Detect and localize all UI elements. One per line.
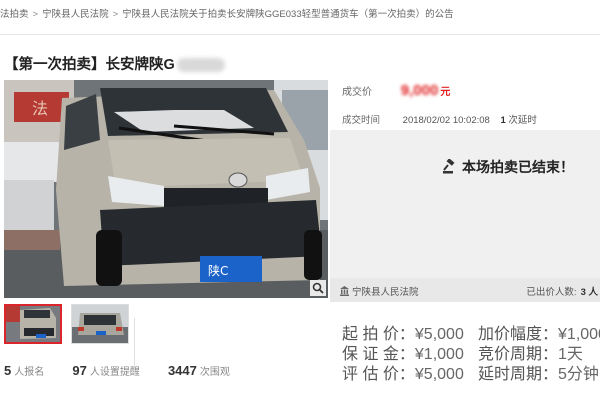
thumbnail-rear-image (72, 305, 128, 343)
deal-time-row: 成交时间 2018/02/02 10:02:08 1 次延时 (342, 112, 537, 126)
top-divider (0, 34, 600, 35)
breadcrumb-separator: > (32, 9, 39, 20)
auction-ended-message: 本场拍卖已结束！ (442, 157, 574, 177)
court-info-bar: 宁陕县人民法院 已出价人数: 3 人 (330, 278, 600, 302)
thumbnail-front-image (6, 306, 60, 342)
view-label: 次围观 (199, 367, 230, 378)
price-value: 9,000 (400, 82, 439, 99)
auction-stats: 5 人报名 97 人设置提醒 3447 次围观 (4, 363, 230, 378)
price-unit: 元 (440, 87, 451, 98)
delay-info: 1 次延时 (500, 115, 536, 126)
delay-label: 次延时 (508, 115, 537, 126)
title-redacted-part (176, 58, 225, 73)
court-link[interactable]: 宁陕县人民法院 (340, 284, 419, 298)
van-photo: 法 陕C (4, 80, 328, 298)
license-plate-text: 陕C (208, 263, 228, 278)
column-divider (134, 318, 135, 376)
zoom-button[interactable] (310, 280, 326, 296)
magnifier-icon (312, 282, 324, 294)
title-text: 【第一次拍卖】长安牌陕G (4, 57, 175, 73)
auction-ended-panel: 本场拍卖已结束！ (330, 130, 600, 278)
breadcrumb-separator: > (112, 9, 119, 20)
final-price: 9,000 元 (401, 82, 451, 99)
court-icon (340, 286, 349, 296)
thumbnail-rear[interactable] (71, 304, 129, 344)
breadcrumb-item-auction[interactable]: 法拍卖 (0, 6, 29, 20)
gavel-icon (443, 159, 455, 174)
delay-cycle-label: 延时周期： (478, 366, 559, 383)
delay-count: 1 (500, 115, 506, 126)
breadcrumb-item-notice[interactable]: 宁陕县人民法院关于拍卖长安牌陕GGE033轻型普通货车（第一次拍卖）的公告 (122, 6, 453, 20)
reminder-count: 97 (72, 363, 87, 378)
time-value: 2018/02/02 10:02:08 (402, 115, 490, 126)
page-title: 【第一次拍卖】长安牌陕G (4, 53, 225, 74)
view-count: 3447 (167, 363, 197, 378)
bidders-value: 3 人 (580, 287, 598, 298)
delay-cycle-value: 5分钟 (558, 366, 599, 383)
assess-price-item: 评 估 价：¥5,000 (342, 360, 464, 384)
delay-cycle-item: 延时周期：5分钟? (478, 360, 600, 384)
time-label: 成交时间 (342, 115, 381, 126)
bidder-count: 已出价人数: 3 人 (526, 284, 598, 298)
signup-count: 5 (4, 363, 12, 378)
breadcrumb-item-court[interactable]: 宁陕县人民法院 (42, 6, 109, 20)
auction-ended-text: 本场拍卖已结束！ (462, 159, 574, 175)
assess-price-value: ¥5,000 (414, 366, 464, 383)
breadcrumb: 法拍卖 > 宁陕县人民法院 > 宁陕县人民法院关于拍卖长安牌陕GGE033轻型普通货车（… (0, 6, 454, 22)
bidders-label: 已出价人数: (526, 287, 577, 298)
signup-label: 人报名 (14, 367, 45, 378)
court-name[interactable]: 宁陕县人民法院 (352, 284, 419, 298)
reminder-label: 人设置提醒 (89, 367, 140, 378)
svg-text:法: 法 (32, 99, 48, 118)
main-vehicle-image[interactable]: 法 陕C (4, 80, 328, 298)
price-label: 成交价 (342, 87, 372, 98)
thumbnail-front[interactable] (4, 304, 62, 344)
final-price-row: 成交价 9,000 元 (342, 82, 450, 99)
assess-price-label: 评 估 价： (342, 366, 415, 383)
